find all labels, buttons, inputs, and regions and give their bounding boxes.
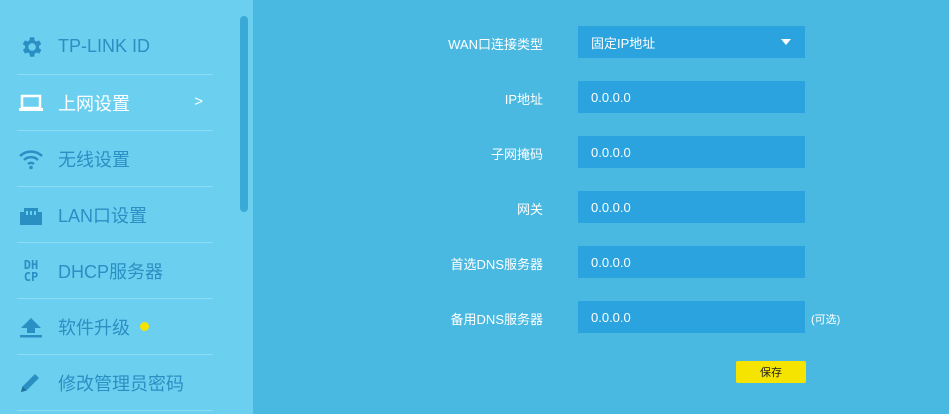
- subnet-mask-label: 子网掩码: [490, 147, 543, 162]
- sidebar-item-tplink-id[interactable]: TP-LINK ID: [17, 19, 213, 75]
- secondary-dns-row: 备用DNS服务器 0.0.0.0 (可选): [380, 301, 949, 333]
- ip-label: IP地址: [504, 92, 543, 107]
- laptop-icon: [17, 89, 45, 117]
- pencil-icon: [17, 369, 45, 397]
- sidebar-scrollbar[interactable]: [240, 16, 248, 212]
- sidebar-item-label: DHCP服务器: [58, 261, 164, 282]
- update-badge: [140, 322, 149, 331]
- sidebar-item-wireless-settings[interactable]: 无线设置: [17, 131, 213, 187]
- secondary-dns-input[interactable]: 0.0.0.0: [578, 301, 805, 333]
- wifi-icon: [17, 145, 45, 173]
- gateway-input[interactable]: 0.0.0.0: [578, 191, 805, 223]
- upload-icon: [17, 313, 45, 341]
- sidebar-item-label: 无线设置: [58, 149, 130, 170]
- sidebar-item-change-admin-password[interactable]: 修改管理员密码: [17, 355, 213, 411]
- dhcp-icon: DH CP: [17, 257, 45, 285]
- sidebar-item-label: LAN口设置: [58, 205, 148, 226]
- primary-dns-row: 首选DNS服务器 0.0.0.0: [380, 246, 949, 278]
- primary-dns-label: 首选DNS服务器: [450, 257, 543, 272]
- chevron-right-icon: >: [194, 93, 203, 110]
- sidebar-item-dhcp-server[interactable]: DH CP DHCP服务器: [17, 243, 213, 299]
- wan-type-row: WAN口连接类型 固定IP地址: [380, 26, 949, 58]
- sidebar-item-label: 软件升级: [58, 317, 130, 338]
- gateway-row: 网关 0.0.0.0: [380, 191, 949, 223]
- optional-note: (可选): [811, 314, 841, 326]
- primary-dns-input[interactable]: 0.0.0.0: [578, 246, 805, 278]
- sidebar-item-internet-settings[interactable]: 上网设置 >: [17, 75, 213, 131]
- subnet-mask-row: 子网掩码 0.0.0.0: [380, 136, 949, 168]
- chevron-down-icon: [781, 39, 791, 45]
- dhcp-icon-line1: DH: [23, 257, 39, 272]
- lan-port-icon: [17, 201, 45, 229]
- ip-row: IP地址 0.0.0.0: [380, 81, 949, 113]
- sidebar-item-firmware-upgrade[interactable]: 软件升级: [17, 299, 213, 355]
- sidebar-item-label: 修改管理员密码: [58, 373, 184, 394]
- secondary-dns-label: 备用DNS服务器: [450, 312, 543, 327]
- gear-icon: [17, 33, 45, 61]
- wan-type-label: WAN口连接类型: [448, 37, 543, 52]
- sidebar: TP-LINK ID 上网设置 > 无线设置 LAN口设置 DH CP DHCP服…: [0, 0, 253, 414]
- sidebar-item-lan-settings[interactable]: LAN口设置: [17, 187, 213, 243]
- wan-type-value: 固定IP地址: [591, 35, 656, 51]
- ip-input[interactable]: 0.0.0.0: [578, 81, 805, 113]
- wan-type-select[interactable]: 固定IP地址: [578, 26, 805, 58]
- sidebar-item-label: 上网设置: [58, 93, 130, 114]
- subnet-mask-input[interactable]: 0.0.0.0: [578, 136, 805, 168]
- dhcp-icon-line2: CP: [23, 269, 39, 284]
- save-button[interactable]: 保存: [736, 361, 806, 383]
- gateway-label: 网关: [516, 202, 543, 217]
- sidebar-item-label: TP-LINK ID: [58, 36, 151, 56]
